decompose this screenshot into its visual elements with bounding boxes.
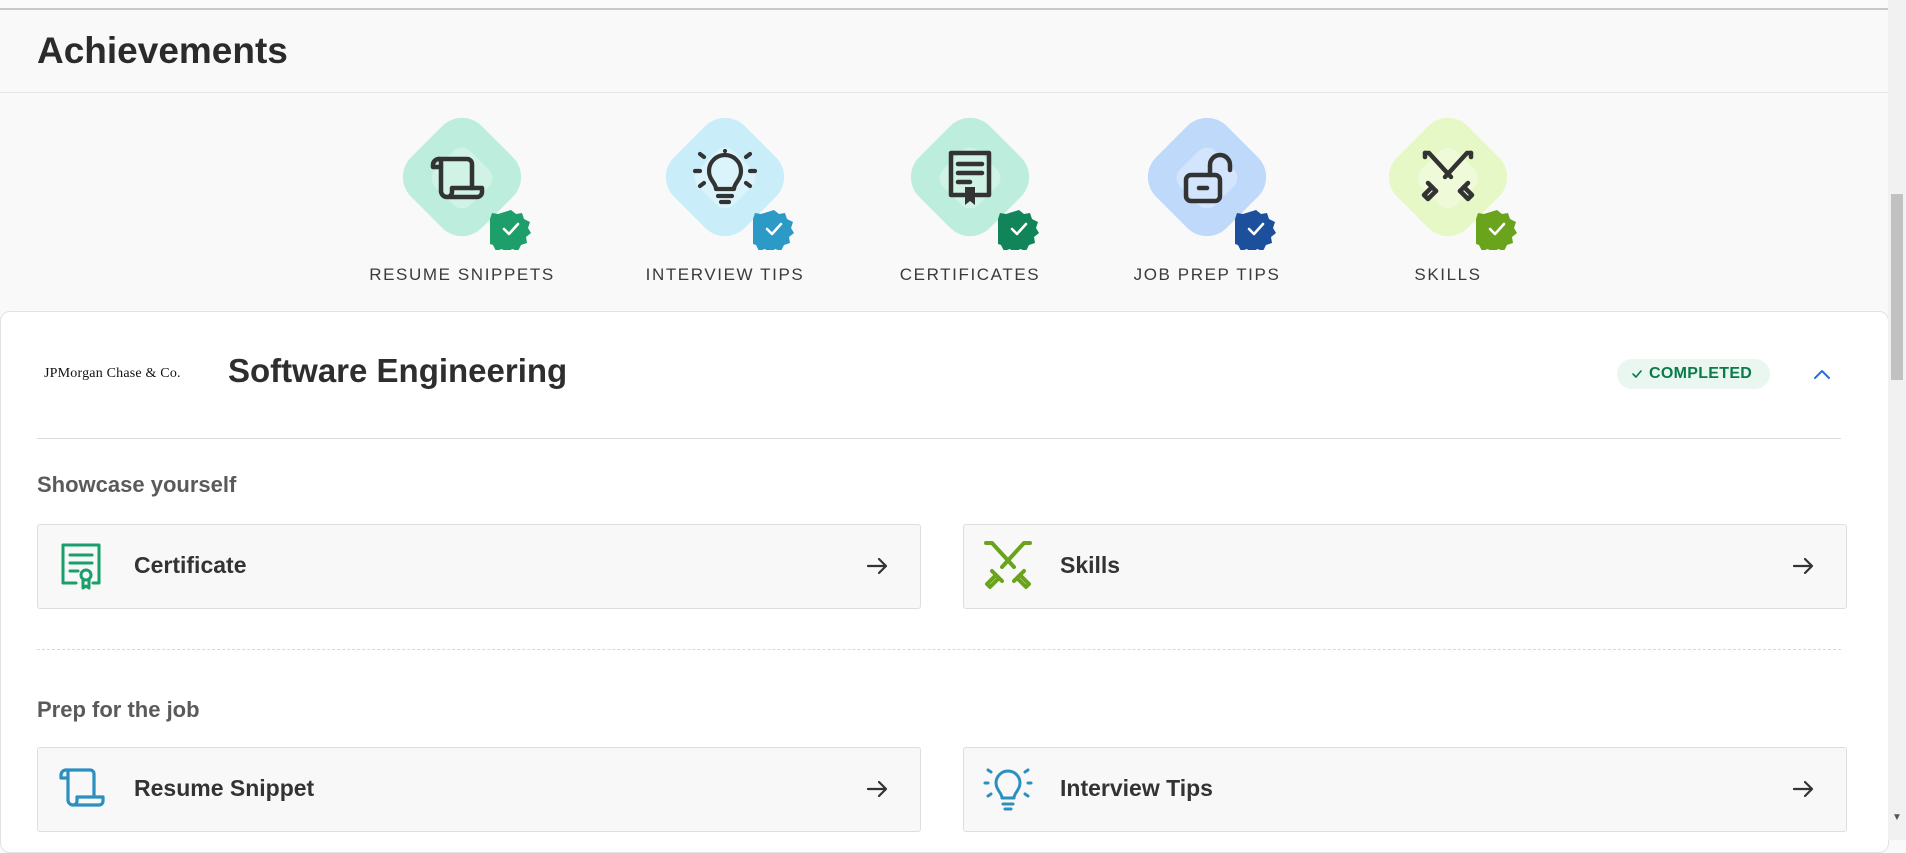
tile-label: Interview Tips <box>1060 775 1213 801</box>
badge-job-prep-tips[interactable]: JOB PREP TIPS <box>1122 93 1292 293</box>
lightbulb-icon <box>983 768 1033 811</box>
section-title-showcase: Showcase yourself <box>37 472 237 497</box>
tile-resume-snippet[interactable]: Resume Snippet <box>37 747 921 832</box>
arrow-right-icon <box>866 557 888 575</box>
certificate-icon <box>61 543 101 590</box>
check-seal-icon <box>490 210 531 250</box>
scrollbar-thumb[interactable] <box>1891 194 1903 380</box>
badge-resume-snippets[interactable]: RESUME SNIPPETS <box>369 93 553 293</box>
badge-label: INTERVIEW TIPS <box>645 265 805 284</box>
arrow-right-icon <box>1792 780 1814 798</box>
badge-certificates[interactable]: CERTIFICATES <box>885 93 1055 293</box>
tile-interview-tips[interactable]: Interview Tips <box>963 747 1847 832</box>
check-seal-icon <box>753 210 794 250</box>
badge-label: RESUME SNIPPETS <box>369 265 555 284</box>
chevron-up-icon[interactable] <box>1809 362 1835 388</box>
check-seal-icon <box>1235 210 1276 250</box>
badge-label: JOB PREP TIPS <box>1133 265 1281 284</box>
course-title: Software Engineering <box>228 352 568 389</box>
page-header: Achievements <box>0 10 1888 93</box>
tile-label: Certificate <box>134 552 247 578</box>
status-text: COMPLETED <box>1649 365 1753 382</box>
badge-skills[interactable]: SKILLS <box>1363 93 1533 293</box>
scroll-icon <box>430 156 485 200</box>
swords-icon <box>1421 150 1475 202</box>
badge-label: CERTIFICATES <box>899 265 1041 284</box>
tile-certificate[interactable]: Certificate <box>37 524 921 609</box>
divider <box>37 438 1841 439</box>
window-top-border <box>0 0 1888 10</box>
badge-interview-tips[interactable]: INTERVIEW TIPS <box>640 93 810 293</box>
check-icon <box>1632 370 1642 378</box>
unlock-icon <box>1183 152 1233 204</box>
course-card: JPMorgan Chase & Co. Software Engineerin… <box>0 311 1889 853</box>
scroll-down-icon[interactable]: ▼ <box>1891 812 1903 824</box>
certificate-icon <box>948 150 992 205</box>
arrow-right-icon <box>1792 557 1814 575</box>
tile-label: Resume Snippet <box>134 775 315 801</box>
section-divider <box>37 649 1841 650</box>
tile-skills[interactable]: Skills <box>963 524 1847 609</box>
section-title-prep: Prep for the job <box>37 697 200 722</box>
lightbulb-icon <box>692 149 758 205</box>
vertical-scrollbar[interactable]: ▼ <box>1888 0 1906 840</box>
swords-icon <box>984 541 1032 589</box>
check-seal-icon <box>998 210 1039 250</box>
achievement-badges: RESUME SNIPPETS INTERVIEW TIPS CERTIFICA… <box>0 93 1888 311</box>
badge-label: SKILLS <box>1414 265 1482 284</box>
status-badge: COMPLETED <box>1617 359 1771 389</box>
tile-label: Skills <box>1060 552 1121 578</box>
company-logo: JPMorgan Chase & Co. <box>44 366 181 381</box>
arrow-right-icon <box>866 780 888 798</box>
scroll-icon <box>59 768 105 807</box>
page-title: Achievements <box>37 30 288 71</box>
check-seal-icon <box>1476 210 1517 250</box>
